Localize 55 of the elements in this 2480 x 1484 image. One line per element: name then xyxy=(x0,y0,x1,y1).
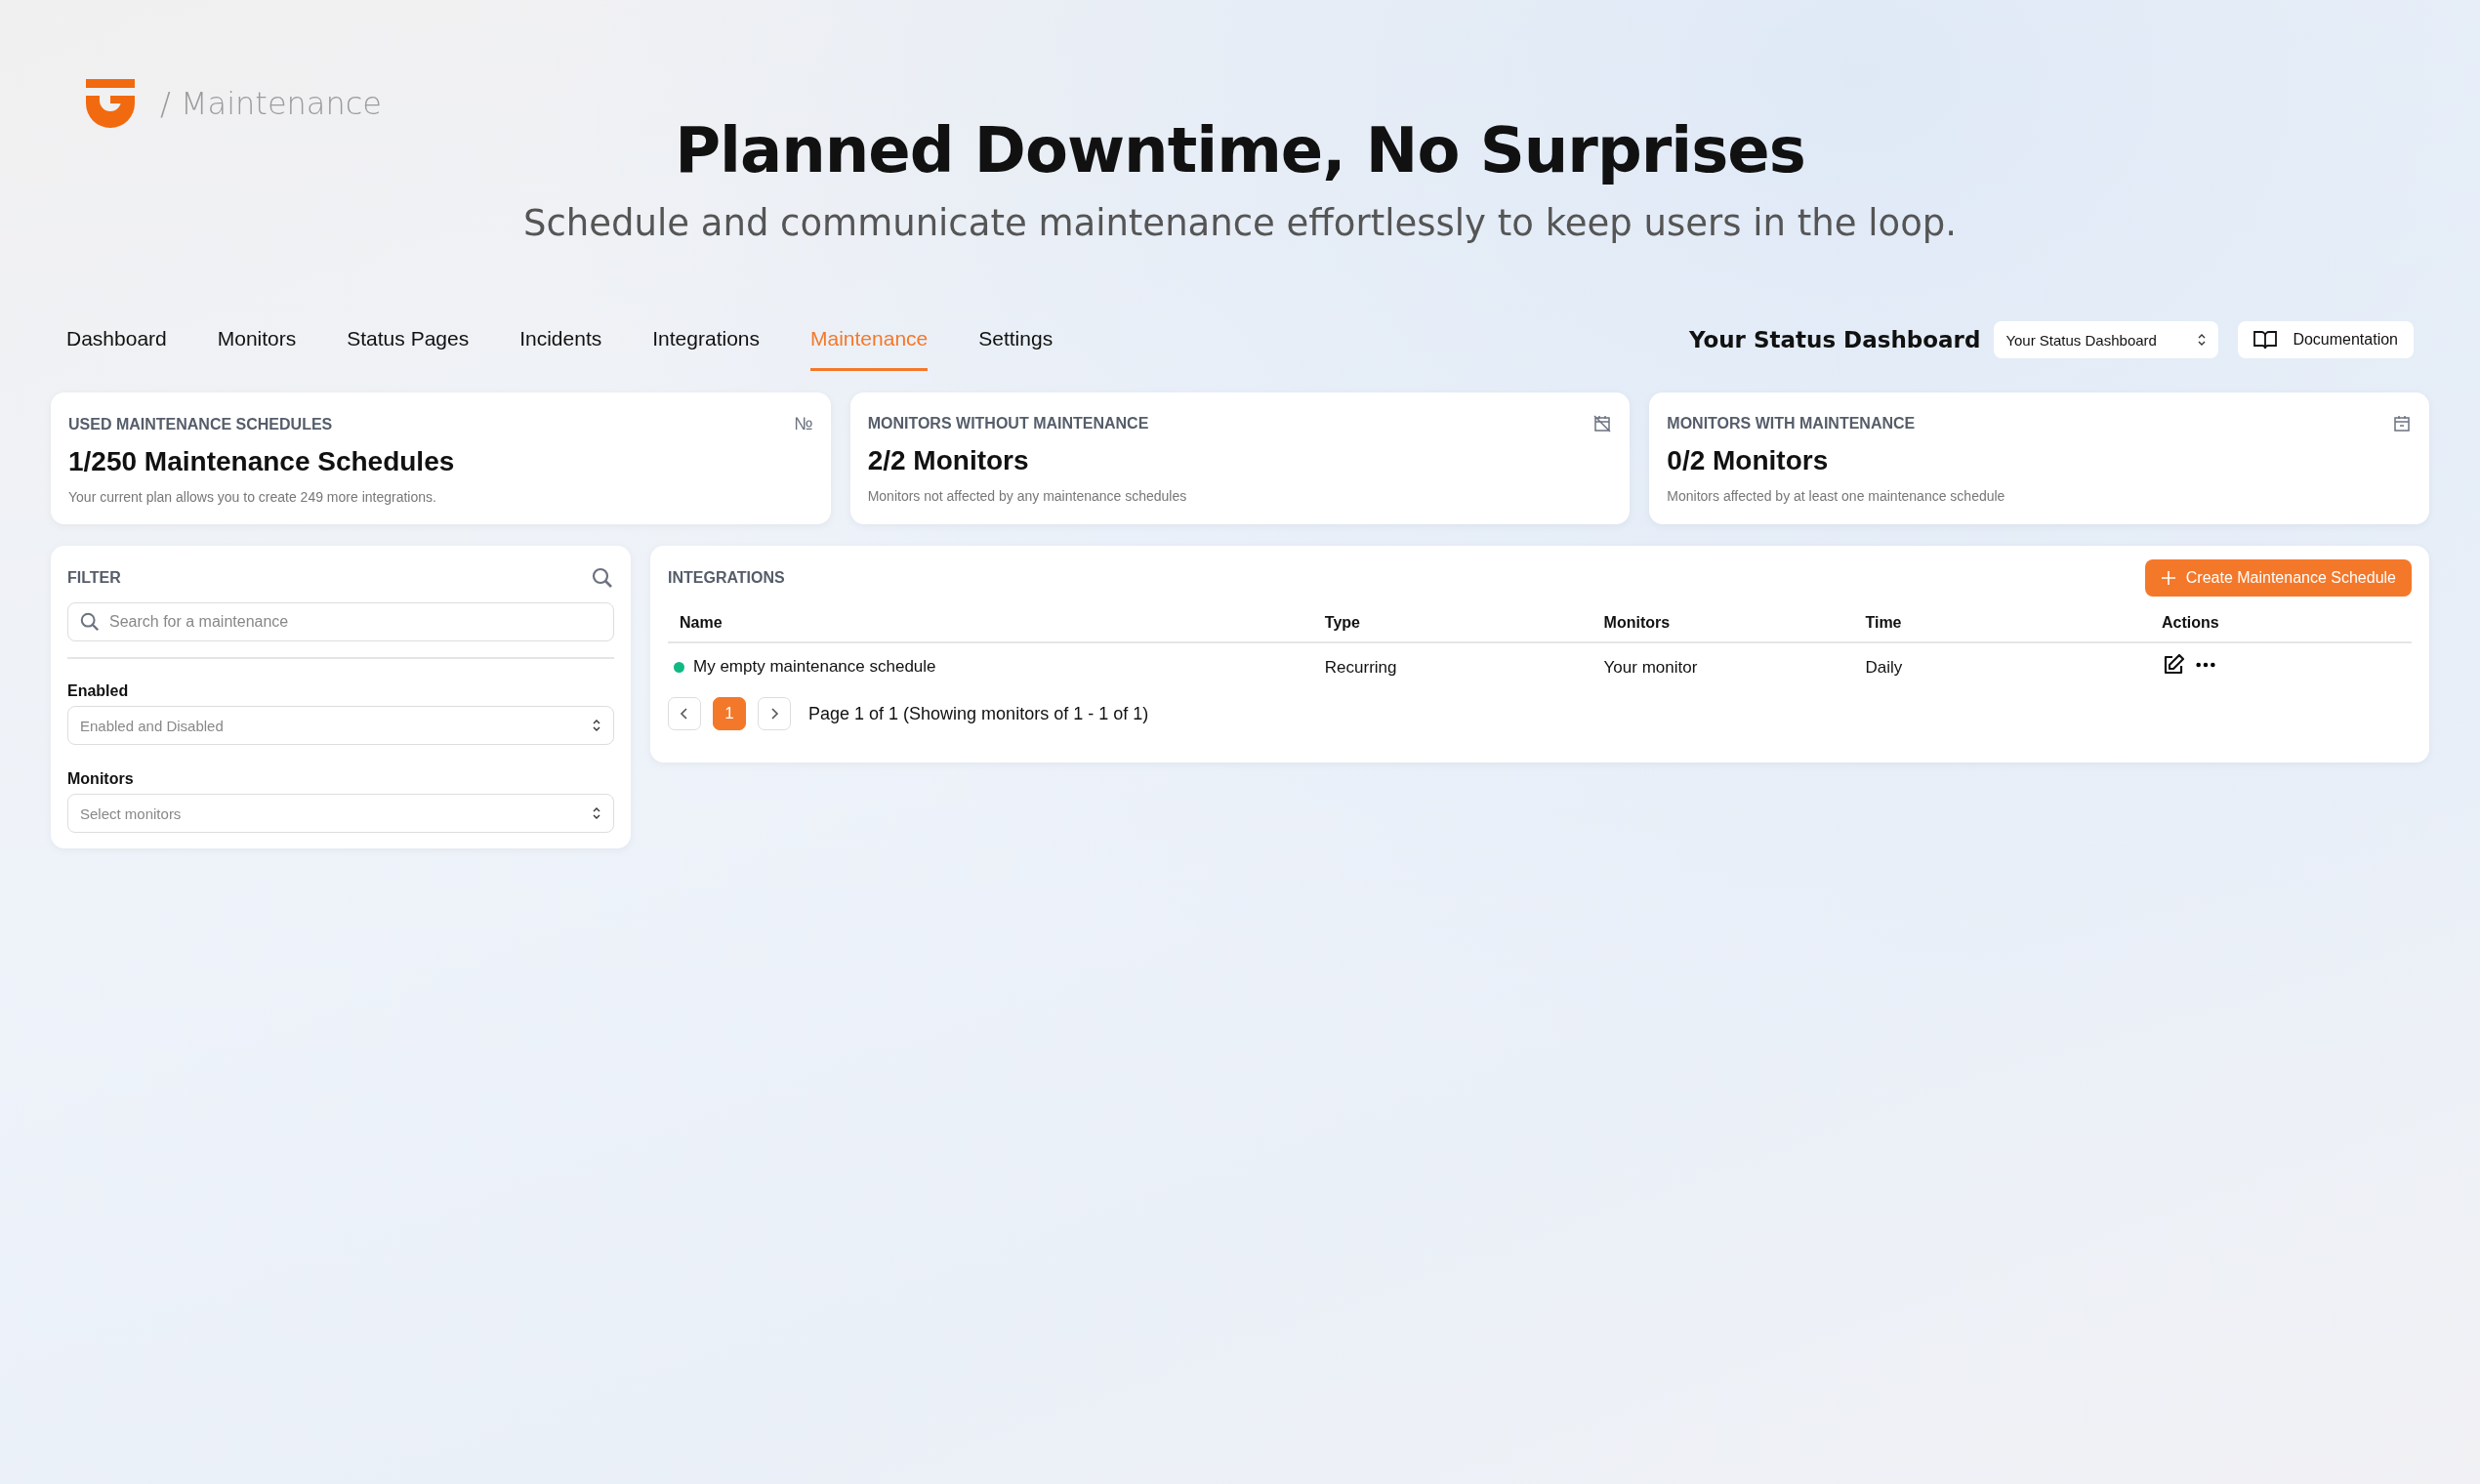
chevron-updown-icon xyxy=(592,718,601,733)
table-cell: Your monitor xyxy=(1603,657,1698,677)
page-info: Page 1 of 1 (Showing monitors of 1 - 1 of 1) xyxy=(808,703,1149,724)
stat-value: 0/2 Monitors xyxy=(1667,445,1830,476)
more-icon[interactable] xyxy=(2195,661,2217,669)
column-header: Name xyxy=(668,604,1313,642)
plus-icon xyxy=(2160,570,2176,586)
stat-value: 1/250 Maintenance Schedules xyxy=(68,446,456,477)
search-icon xyxy=(79,611,101,633)
previous-page-button[interactable] xyxy=(668,697,701,730)
stat-note: Your current plan allows you to create 249 more integrations. xyxy=(68,489,437,505)
breadcrumb: / Maintenance xyxy=(160,85,383,122)
chevron-right-icon xyxy=(769,706,779,721)
logo-icon xyxy=(86,79,135,128)
stat-value: 2/2 Monitors xyxy=(867,445,1030,476)
nav-tab[interactable]: Monitors xyxy=(217,309,297,371)
nav-tab[interactable]: Settings xyxy=(978,309,1054,371)
stat-note: Monitors affected by at least one maintenance schedule xyxy=(1667,488,2006,504)
enabled-select[interactable]: Enabled and Disabled xyxy=(67,706,614,745)
table-cell: Daily xyxy=(1865,657,1903,677)
nav-tab[interactable]: Dashboard xyxy=(66,309,167,371)
search-field[interactable]: Search for a maintenance xyxy=(67,602,614,641)
filter-title: FILTER xyxy=(67,569,121,587)
nav-tab[interactable]: Incidents xyxy=(519,309,602,371)
hero-title: Planned Downtime, No Surprises xyxy=(675,113,1805,188)
table-cell: Recurring xyxy=(1324,657,1397,677)
table-title: INTEGRATIONS xyxy=(668,569,785,587)
documentation-button[interactable]: Documentation xyxy=(2238,321,2414,358)
book-icon xyxy=(2253,330,2278,350)
column-header: Monitors xyxy=(1591,604,1854,642)
column-header: Type xyxy=(1312,604,1592,642)
column-header: Actions xyxy=(2150,604,2412,642)
field-label: Monitors xyxy=(67,770,135,788)
stat-note: Monitors not affected by any maintenance schedules xyxy=(867,488,1188,504)
nav-tab[interactable]: Status Pages xyxy=(347,309,470,371)
number-sign-icon: № xyxy=(794,414,813,434)
monitors-select[interactable]: Select monitors xyxy=(67,794,614,833)
stat-label: MONITORS WITH MAINTENANCE xyxy=(1667,415,1916,433)
dashboard-title: Your Status Dashboard xyxy=(1688,327,1981,352)
chevron-updown-icon xyxy=(592,805,601,821)
column-header: Time xyxy=(1853,604,2151,642)
search-icon[interactable] xyxy=(591,566,614,590)
dashboard-select[interactable]: Your Status Dashboard xyxy=(1994,321,2219,358)
calendar-off-icon xyxy=(1592,414,1613,433)
hero-subtitle: Schedule and communicate maintenance effortlessly to keep users in the loop. xyxy=(522,201,1958,246)
edit-icon[interactable] xyxy=(2162,653,2186,677)
nav-tab[interactable]: Integrations xyxy=(652,309,760,371)
chevron-updown-icon xyxy=(2197,332,2208,348)
table-cell: My empty maintenance schedule xyxy=(693,657,936,678)
stat-label: MONITORS WITHOUT MAINTENANCE xyxy=(867,415,1149,433)
chevron-left-icon xyxy=(680,706,689,721)
stat-label: USED MAINTENANCE SCHEDULES xyxy=(68,415,333,433)
calendar-icon xyxy=(2392,414,2412,433)
field-label: Enabled xyxy=(67,682,130,700)
next-page-button[interactable] xyxy=(758,697,791,730)
